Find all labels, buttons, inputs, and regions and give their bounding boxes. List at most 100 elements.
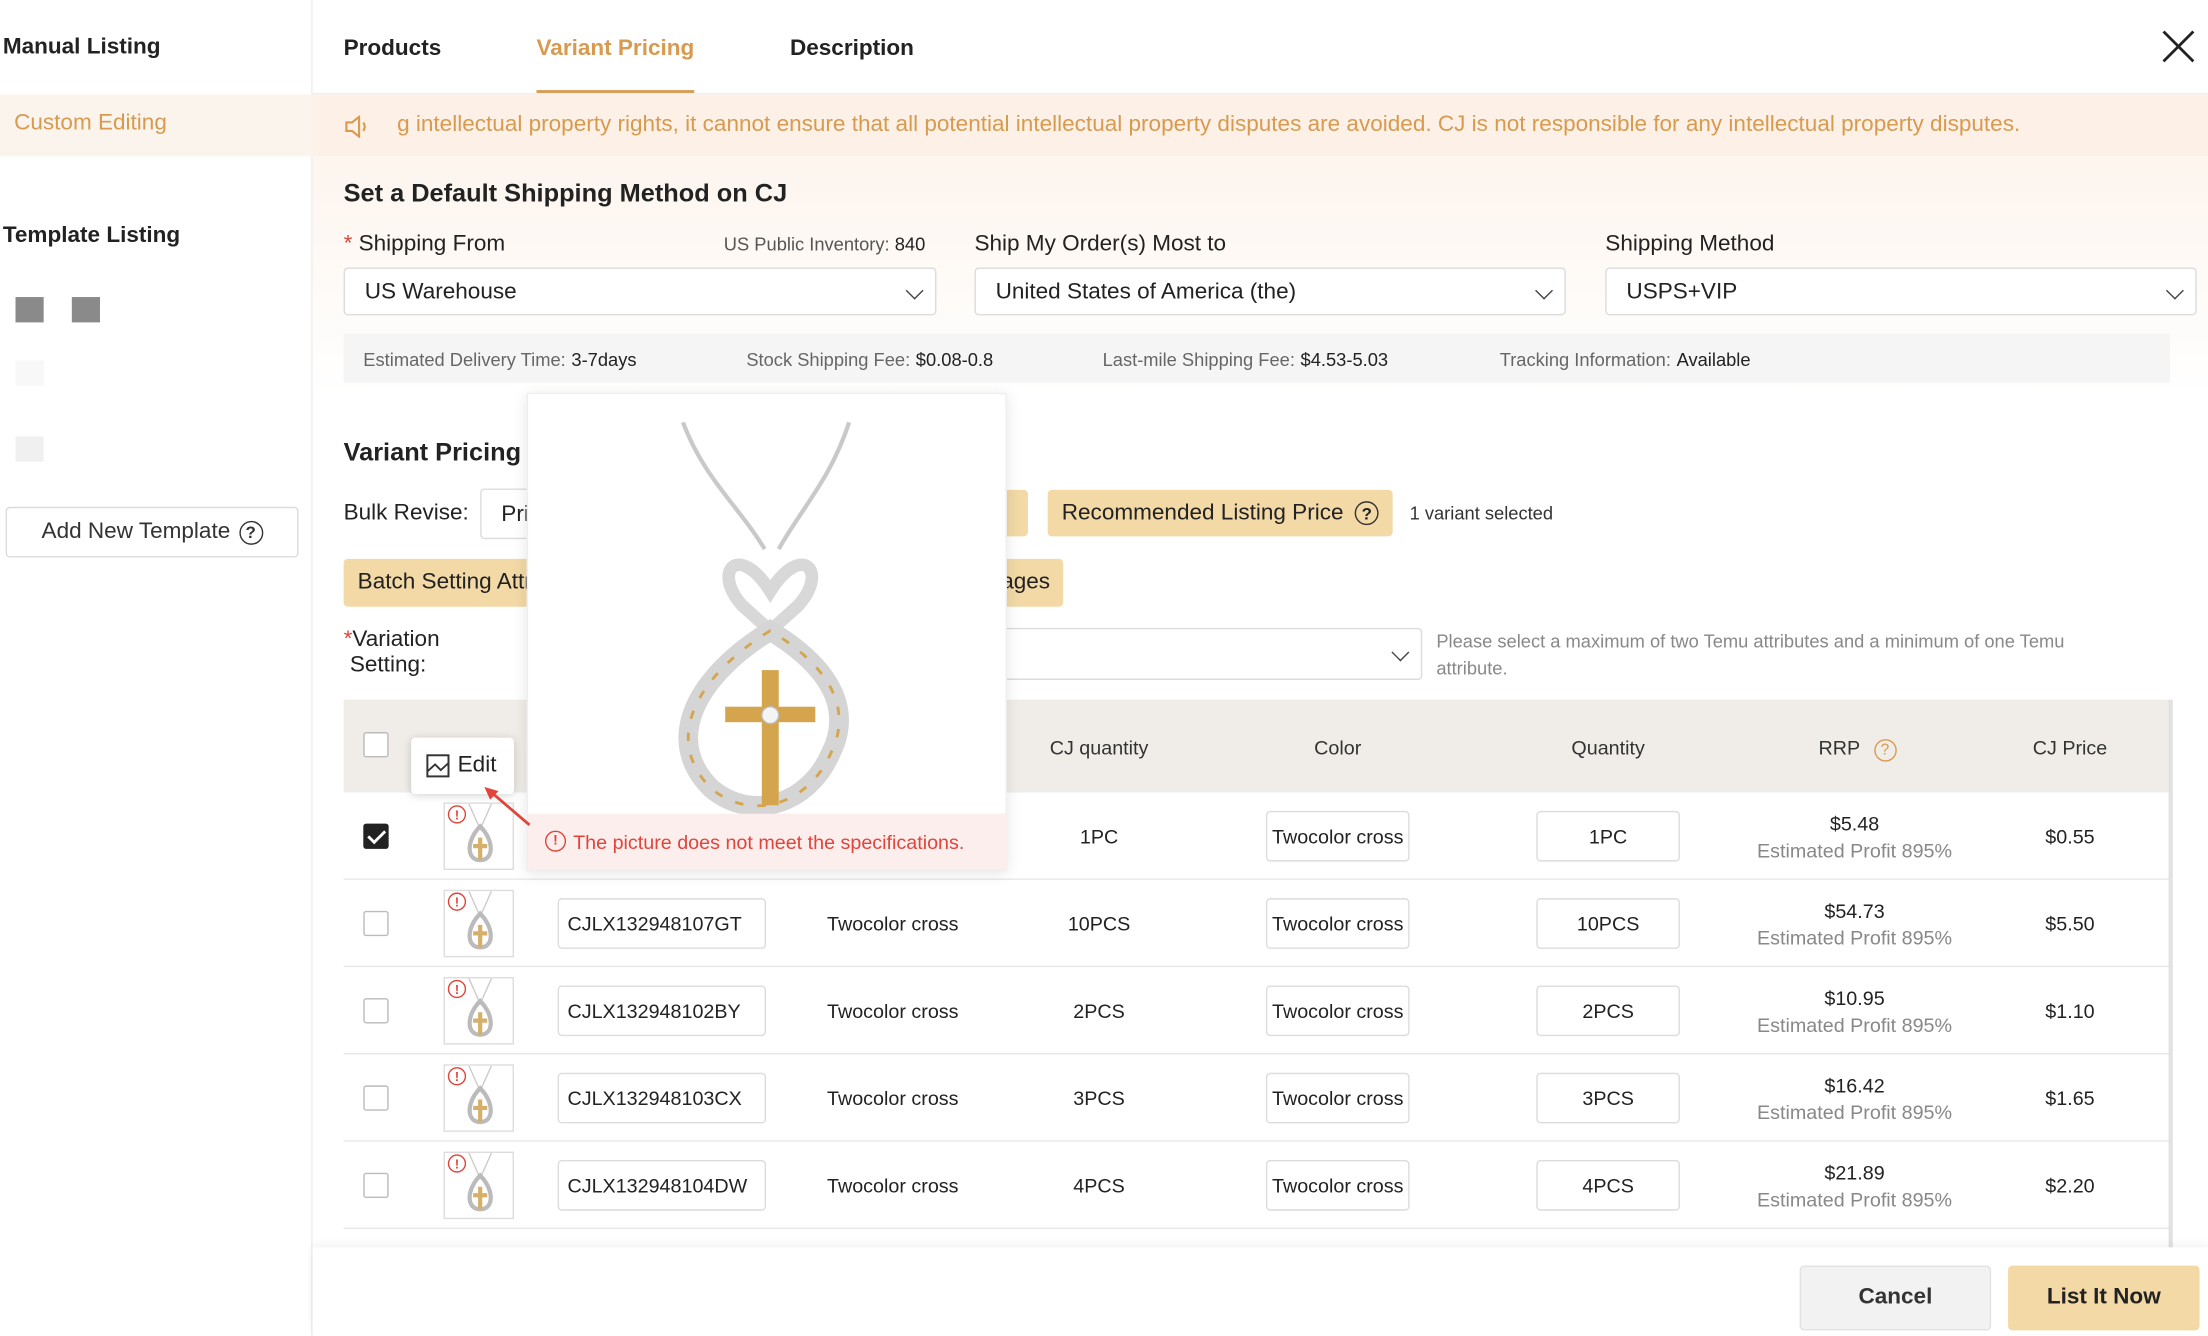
template-tile[interactable] [15,436,44,462]
close-icon[interactable] [2160,28,2197,65]
cancel-button[interactable]: Cancel [1799,1265,1992,1331]
header-cj-price: CJ Price [2032,736,2108,759]
shipping-method-select[interactable]: USPS+VIP [1605,267,2197,316]
inventory-label: US Public Inventory: 840 [723,233,926,255]
select-all-checkbox[interactable] [363,732,389,758]
header-color: Color [1314,736,1362,759]
table-scrollbar[interactable] [2168,699,2173,1249]
variation-setting-label: *Variation Setting: [343,627,440,678]
row-color-input[interactable]: Twocolor cross [1265,810,1410,862]
shipping-from-value: US Warehouse [364,280,517,305]
row-color-name: Twocolor cross [827,912,959,935]
ip-notice: g intellectual property rights, it canno… [312,94,2208,157]
speaker-icon [345,115,366,138]
red-arrow-annotation [484,786,531,827]
row-quantity-input[interactable]: 2PCS [1536,985,1680,1037]
row-quantity-input[interactable]: 4PCS [1536,1160,1680,1211]
variant-pricing-title: Variant Pricing [343,437,522,466]
row-checkbox[interactable] [363,1085,389,1111]
variant-thumbnail[interactable]: ! [443,1064,514,1132]
tracking-info: Tracking Information: Available [1499,349,1751,371]
bulk-revise-label: Bulk Revise: [343,501,469,526]
row-checkbox[interactable] [363,823,389,849]
row-cj-price: $5.50 [2045,912,2095,935]
batch-images-label: ages [1001,570,1051,595]
help-icon[interactable]: ? [238,520,263,545]
row-cj-price: $0.55 [2045,824,2095,848]
variant-thumbnail[interactable]: ! [443,889,514,958]
chevron-down-icon [1535,281,1554,300]
row-sku-input[interactable]: CJLX132948102BY [557,985,767,1037]
tab-description[interactable]: Description [790,37,914,62]
row-sku-input[interactable]: CJLX132948103CX [557,1072,767,1124]
row-cj-quantity: 3PCS [1073,1086,1125,1110]
sidebar: Manual Listing Custom Editing Template L… [0,0,313,1336]
manual-listing-heading: Manual Listing [2,35,161,60]
tab-products[interactable]: Products [344,37,442,62]
warning-icon: ! [447,805,467,824]
row-rrp: $10.95 Estimated Profit 895% [1757,986,1953,1037]
header-rrp: RRP ? [1780,736,1935,762]
image-preview-popup: ! The picture does not meet the specific… [526,392,1009,872]
warning-icon: ! [447,1067,467,1086]
row-color-input[interactable]: Twocolor cross [1265,1160,1410,1211]
template-tile[interactable] [71,297,100,323]
row-color-input[interactable]: Twocolor cross [1265,1072,1410,1124]
variant-selected-count: 1 variant selected [1409,502,1554,524]
list-it-now-button[interactable]: List It Now [2008,1265,2200,1331]
edit-image-icon [426,754,450,778]
row-rrp: $5.48 Estimated Profit 895% [1757,812,1953,862]
row-rrp: $16.42 Estimated Profit 895% [1757,1074,1953,1124]
chevron-down-icon [905,281,924,300]
row-cj-quantity: 2PCS [1073,999,1125,1023]
row-checkbox[interactable] [363,998,389,1024]
row-color-name: Twocolor cross [827,1174,959,1197]
warning-icon: ! [447,892,467,911]
sidebar-item-custom-editing[interactable]: Custom Editing [0,94,313,157]
variant-thumbnail[interactable]: ! [443,1151,514,1220]
add-template-label: Add New Template [41,519,231,544]
shipping-from-select[interactable]: US Warehouse [343,267,937,316]
warning-icon: ! [447,1154,467,1173]
row-sku-input[interactable]: CJLX132948104DW [557,1160,767,1211]
row-checkbox[interactable] [363,910,389,937]
row-quantity-input[interactable]: 3PCS [1536,1072,1680,1124]
template-tile[interactable] [15,360,44,386]
row-cj-price: $2.20 [2045,1174,2095,1197]
ship-to-select[interactable]: United States of America (the) [974,267,1566,316]
row-cj-quantity: 4PCS [1073,1174,1125,1197]
row-color-name: Twocolor cross [827,999,959,1023]
recommended-label: Recommended Listing Price [1061,500,1344,525]
add-new-template-button[interactable]: Add New Template ? [5,506,299,558]
shipping-info-bar: Estimated Delivery Time: 3-7days Stock Sh… [343,333,2170,383]
stock-shipping-fee: Stock Shipping Fee: $0.08-0.8 [746,349,994,371]
variation-hint: Please select a maximum of two Temu attr… [1436,630,2065,679]
shipping-method-value: USPS+VIP [1626,280,1738,305]
row-quantity-input[interactable]: 10PCS [1536,898,1680,949]
chevron-down-icon [2165,281,2184,300]
row-color-input[interactable]: Twocolor cross [1265,985,1410,1037]
row-checkbox[interactable] [363,1172,389,1199]
table-row: ! CJLX132948104DW Twocolor cross 4PCS Tw… [343,1141,2170,1230]
row-color-input[interactable]: Twocolor cross [1265,898,1410,949]
shipping-section-title: Set a Default Shipping Method on CJ [343,178,788,207]
header-quantity: Quantity [1571,736,1645,759]
batch-setting-attributes-button[interactable]: Batch Setting Attr [343,558,541,607]
row-sku-input[interactable]: CJLX132948107GT [557,898,767,949]
row-cj-price: $1.10 [2045,999,2095,1023]
variation-setting-select[interactable] [985,627,1423,680]
template-tile[interactable] [15,297,44,323]
necklace-preview-image [678,421,852,816]
row-color-name: Twocolor cross [827,1086,959,1110]
ship-to-label: Ship My Order(s) Most to [974,232,1227,257]
row-quantity-input[interactable]: 1PC [1536,810,1680,862]
help-icon[interactable]: ? [1354,501,1379,526]
delivery-time: Estimated Delivery Time: 3-7days [363,349,637,371]
tab-variant-pricing[interactable]: Variant Pricing [537,37,695,62]
variant-thumbnail[interactable]: ! [443,977,514,1045]
help-icon[interactable]: ? [1873,739,1897,762]
recommended-listing-price-button[interactable]: Recommended Listing Price ? [1047,489,1393,537]
row-cj-quantity: 10PCS [1067,912,1131,935]
active-tab-indicator [536,90,695,93]
ship-to-value: United States of America (the) [995,280,1297,305]
